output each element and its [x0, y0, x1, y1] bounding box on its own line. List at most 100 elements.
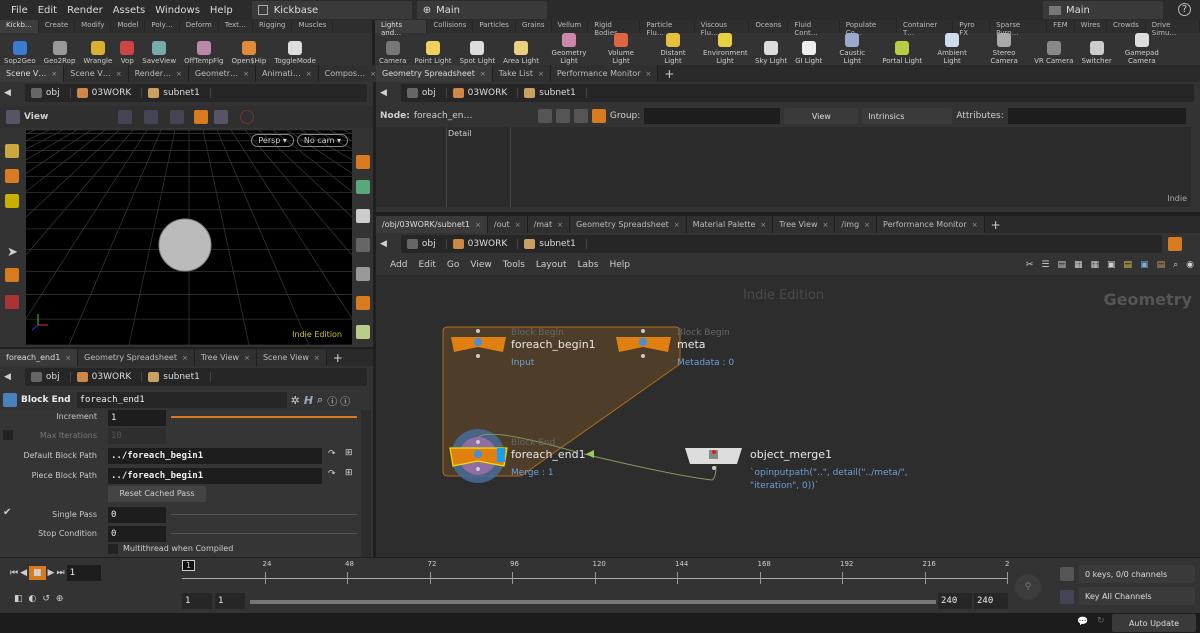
shelf-tool[interactable]: Gamepad Camera — [1116, 33, 1168, 65]
shelf-tool[interactable]: Area Light — [499, 41, 543, 65]
shelf-tool[interactable]: SaveView — [138, 41, 180, 65]
loop-icon[interactable]: ↺ — [42, 594, 50, 604]
shelf-tab[interactable]: Particle Flu… — [640, 20, 695, 37]
settings-icon[interactable]: ⊕ — [56, 594, 64, 604]
shelf-tool[interactable]: Stereo Camera — [978, 33, 1030, 65]
shelf-tool[interactable]: Sky Light — [751, 41, 791, 65]
pane-tab[interactable]: Compos… × — [318, 65, 383, 82]
node-name[interactable]: foreach_end1 — [511, 448, 586, 461]
key-icon[interactable]: ⚲ — [1015, 574, 1041, 600]
back-icon[interactable]: ◀ — [380, 88, 387, 98]
shelf-tab[interactable]: Drive Simu… — [1146, 20, 1200, 37]
headlight-icon[interactable] — [356, 296, 370, 310]
shelf-tab[interactable]: Oceans — [749, 20, 789, 33]
menu-assets[interactable]: Assets — [108, 5, 151, 16]
close-icon[interactable]: × — [244, 354, 250, 362]
menu-render[interactable]: Render — [62, 5, 108, 16]
gear-icon[interactable]: ✲ — [291, 394, 300, 407]
close-icon[interactable]: × — [176, 70, 182, 78]
shelf-tab[interactable]: Container T… — [897, 20, 954, 37]
keys-status[interactable]: 0 keys, 0/0 channels — [1079, 565, 1195, 583]
points-icon[interactable] — [537, 109, 552, 123]
help-icon[interactable]: ⓘ — [340, 393, 350, 408]
key-all-icon[interactable] — [1060, 590, 1074, 604]
shelf-tool[interactable]: Spot Light — [456, 41, 500, 65]
node-chooser-icon[interactable]: ⊞ — [345, 468, 353, 478]
shelf-tool[interactable]: Volume Light — [595, 33, 647, 65]
camera-menu[interactable]: No cam ▾ — [296, 134, 348, 147]
display-options-icon[interactable] — [5, 169, 19, 183]
shelf-tool[interactable]: GI Light — [791, 41, 826, 65]
range-slider[interactable] — [250, 600, 936, 604]
right-context-select[interactable]: Main — [1043, 1, 1163, 19]
breadcrumb-subnet1[interactable]: subnet1 — [142, 372, 211, 382]
frame-field[interactable]: 1 — [66, 565, 101, 581]
audio-icon[interactable]: ◧ — [14, 594, 23, 604]
shelf-tool[interactable]: OffTempFlg — [180, 41, 227, 65]
shelf-tab[interactable]: Populate Co… — [840, 20, 897, 37]
viewport[interactable]: Persp ▾ No cam ▾ Indie Edition — [26, 130, 352, 345]
menu-file[interactable]: File — [6, 5, 33, 16]
light-icon[interactable] — [356, 267, 370, 281]
view-icon[interactable] — [6, 110, 20, 124]
display-geometry-icon[interactable] — [356, 155, 370, 169]
shelf-tab[interactable]: Deform — [180, 20, 219, 33]
light-add-icon[interactable] — [356, 325, 370, 339]
refresh-icon[interactable]: ↻ — [1097, 616, 1105, 626]
breadcrumb-03work[interactable]: 03WORK — [71, 372, 143, 382]
rotate-tool-icon[interactable] — [118, 110, 133, 124]
shelf-tool[interactable]: Switcher — [1077, 41, 1115, 65]
close-icon[interactable]: × — [306, 70, 312, 78]
add-tab-icon[interactable]: + — [664, 67, 674, 81]
breadcrumb-obj[interactable]: obj — [25, 88, 71, 98]
node-name-field[interactable]: foreach_end1 — [76, 392, 287, 408]
close-icon[interactable]: × — [480, 70, 486, 78]
timeline-ruler[interactable]: 24 48 72 96 120 144 168 192 216 2 1 — [182, 558, 1009, 586]
record-icon[interactable] — [240, 110, 255, 124]
stop-condition-slider[interactable] — [171, 533, 357, 534]
pane-tab[interactable]: Geometry Spreadsheet × — [78, 349, 195, 366]
shelf-tab[interactable]: Create — [39, 20, 76, 33]
shelf-tab[interactable]: Poly… — [145, 20, 180, 33]
reset-cached-pass-button[interactable]: Reset Cached Pass — [108, 486, 206, 502]
close-icon[interactable]: × — [182, 354, 188, 362]
shelf-tool[interactable]: Sop2Geo — [0, 41, 40, 65]
key-all-channels-select[interactable]: Key All Channels — [1079, 587, 1195, 605]
transform-icon[interactable] — [5, 295, 19, 309]
shelf-tool[interactable]: Distant Light — [647, 33, 699, 65]
search-icon[interactable]: ⌕ — [317, 393, 323, 407]
close-icon[interactable]: × — [538, 70, 544, 78]
shelf-tab[interactable]: Fluid Cont… — [788, 20, 840, 37]
shelf-tool[interactable]: Wrangle — [79, 41, 116, 65]
shelf-tab[interactable]: Particles — [473, 20, 516, 33]
breadcrumb-subnet1[interactable]: subnet1 — [518, 88, 587, 98]
jump-icon[interactable]: ↷ — [328, 449, 336, 459]
view-select[interactable]: View — [784, 108, 859, 124]
snap-icon[interactable] — [194, 110, 209, 124]
play-reverse-icon[interactable]: ◀ — [20, 568, 27, 578]
back-icon[interactable]: ◀ — [4, 372, 11, 382]
shelf-tab[interactable]: Muscles — [292, 20, 334, 33]
shelf-tool[interactable]: Portal Light — [878, 41, 926, 65]
menu-edit[interactable]: Edit — [33, 5, 62, 16]
pane-tab[interactable]: foreach_end1 × — [0, 349, 79, 366]
column-header-detail[interactable]: Detail — [448, 129, 472, 138]
shelf-tab[interactable]: Model — [111, 20, 146, 33]
menu-windows[interactable]: Windows — [150, 5, 205, 16]
context-select[interactable]: ⊕ Main — [416, 1, 547, 19]
node-chooser-icon[interactable]: ⊞ — [345, 448, 353, 458]
speech-icon[interactable]: 💬 — [1077, 617, 1088, 627]
shelf-tool[interactable]: Camera — [375, 41, 410, 65]
shelf-tool[interactable]: Caustic Light — [826, 33, 878, 65]
node-name[interactable]: foreach_begin1 — [511, 338, 596, 351]
close-icon[interactable]: × — [314, 354, 320, 362]
shelf-tab[interactable]: Grains — [516, 20, 552, 33]
pane-tab[interactable]: Animati… × — [255, 65, 319, 82]
pane-tab[interactable]: Performance Monitor × — [550, 65, 659, 82]
ghost-icon[interactable] — [5, 194, 19, 208]
shelf-tab[interactable]: Text… — [219, 20, 253, 33]
lock-icon[interactable] — [5, 268, 19, 282]
increment-slider[interactable] — [171, 416, 357, 418]
intrinsics-select[interactable]: Intrinsics — [862, 108, 953, 124]
select-arrow-icon[interactable]: ➤ — [7, 245, 19, 260]
